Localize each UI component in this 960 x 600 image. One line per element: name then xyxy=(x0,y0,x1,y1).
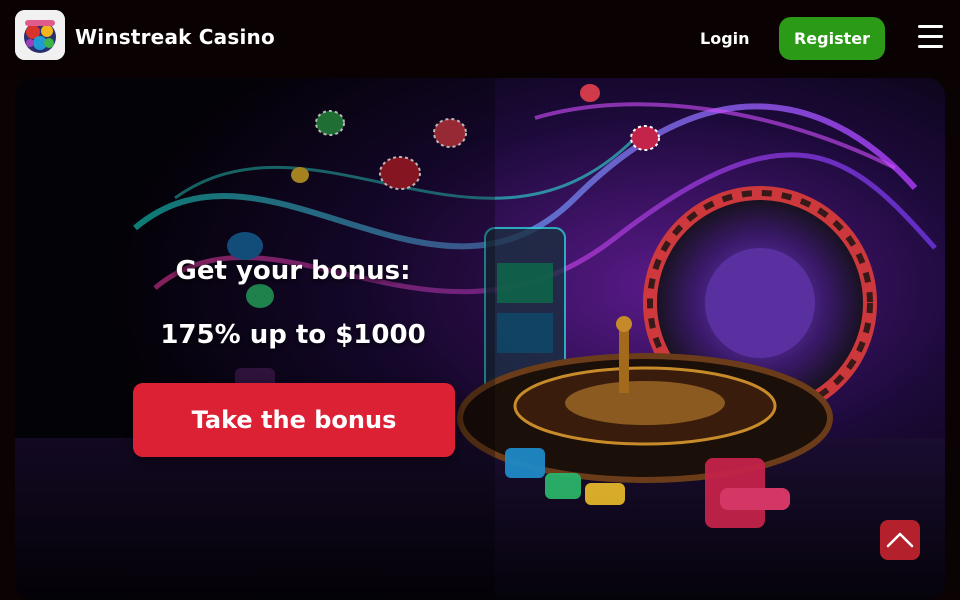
site-header: Winstreak Casino Login Register xyxy=(0,0,960,78)
bonus-amount: 175% up to $1000 xyxy=(160,320,426,350)
casino-logo-icon[interactable] xyxy=(15,10,65,60)
take-bonus-button[interactable]: Take the bonus xyxy=(133,383,455,457)
hero-banner: Get your bonus: 175% up to $1000 Take th… xyxy=(15,78,945,600)
bonus-title: Get your bonus: xyxy=(175,256,411,286)
chevron-up-icon[interactable] xyxy=(880,520,920,560)
brand-name[interactable]: Winstreak Casino xyxy=(75,25,275,49)
hamburger-menu-icon[interactable] xyxy=(918,25,943,51)
register-button[interactable]: Register xyxy=(779,17,885,60)
login-link[interactable]: Login xyxy=(700,29,750,48)
